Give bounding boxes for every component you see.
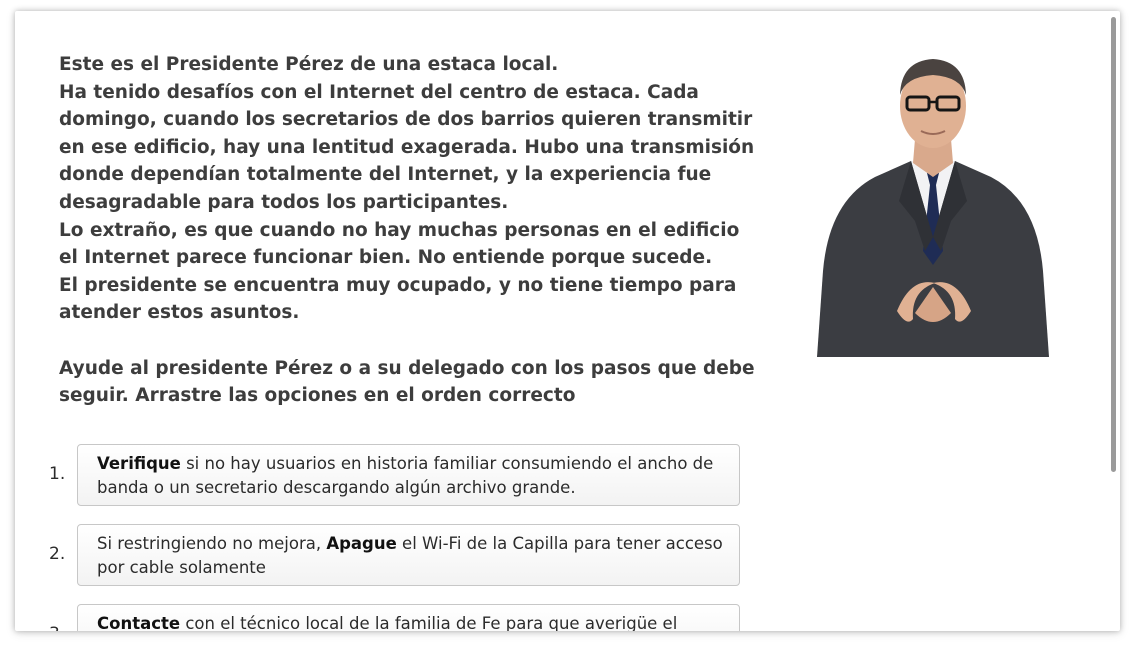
step-action-keyword: Verifique — [97, 454, 181, 473]
activity-panel: Este es el Presidente Pérez de una estac… — [15, 11, 1120, 631]
draggable-step-card[interactable]: Si restringiendo no mejora, Apague el Wi… — [77, 524, 740, 586]
instruction-text: Ayude al presidente Pérez o a su delegad… — [59, 357, 755, 407]
scenario-text: Este es el Presidente Pérez de una estac… — [59, 51, 759, 410]
step-number: 2. — [49, 544, 66, 564]
step-number: 3. — [49, 624, 69, 631]
scenario-line-3: Lo extraño, es que cuando no hay muchas … — [59, 219, 740, 269]
president-portrait-image — [817, 59, 1049, 357]
step-action-keyword: Apague — [326, 534, 397, 553]
scenario-line-4: El presidente se encuentra muy ocupado, … — [59, 274, 737, 324]
draggable-step-card[interactable]: Contacte con el técnico local de la fami… — [77, 604, 740, 631]
step-item-3: 3. Contacte con el técnico local de la f… — [45, 604, 745, 631]
scenario-line-1: Este es el Presidente Pérez de una estac… — [59, 54, 559, 75]
step-item-1: 1. Verifique si no hay usuarios en histo… — [45, 444, 745, 524]
step-number: 1. — [49, 464, 66, 484]
scenario-line-2: Ha tenido desafíos con el Internet del c… — [59, 81, 755, 213]
sortable-steps-list: 1. Verifique si no hay usuarios en histo… — [45, 444, 745, 631]
step-item-2: 2. Si restringiendo no mejora, Apague el… — [45, 524, 745, 604]
vertical-scrollbar[interactable] — [1111, 17, 1116, 472]
draggable-step-card[interactable]: Verifique si no hay usuarios en historia… — [77, 444, 740, 506]
step-action-keyword: Contacte — [97, 614, 181, 631]
